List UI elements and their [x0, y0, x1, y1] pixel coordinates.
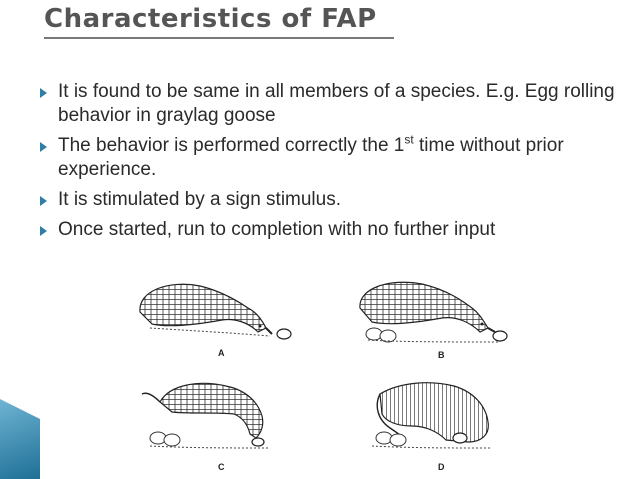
bullet-superscript: st [404, 132, 414, 147]
bullet-arrow-icon [40, 142, 47, 152]
goose-egg-rolling-figure: A B C D [139, 281, 508, 472]
corner-accent [0, 399, 40, 479]
panel-b: B [359, 281, 508, 360]
bullet-item: It is found to be same in all members of… [40, 80, 630, 128]
goose-b-body [359, 281, 489, 333]
bullet-item: It is stimulated by a sign stimulus. [40, 188, 630, 212]
bullet-arrow-icon [40, 226, 47, 236]
egg-c [251, 437, 265, 447]
title-underline [44, 37, 394, 39]
panel-c: C [141, 382, 271, 472]
panel-label: B [438, 350, 445, 360]
bullet-arrow-icon [40, 196, 47, 206]
egg-d [452, 432, 468, 444]
bullet-item: Once started, run to completion with no … [40, 218, 630, 242]
goose-a-body [139, 283, 267, 333]
bullet-list: It is found to be same in all members of… [40, 80, 630, 248]
panel-a: A [139, 283, 292, 358]
panel-label: A [218, 348, 225, 358]
bullet-arrow-icon [40, 88, 47, 98]
panel-label: D [438, 462, 445, 472]
egg-a [276, 328, 292, 340]
bullet-item: The behavior is performed correctly the … [40, 134, 630, 182]
bullet-text: Once started, run to completion with no … [58, 219, 496, 240]
slide-title: Characteristics of FAP [44, 4, 377, 34]
goose-c-body [159, 382, 264, 439]
bullet-text: The behavior is performed correctly the … [58, 135, 405, 156]
panel-label: C [218, 462, 225, 472]
egg-b [492, 330, 508, 342]
bullet-text: It is found to be same in all members of… [58, 81, 615, 126]
bullet-text: It is stimulated by a sign stimulus. [58, 189, 341, 210]
panel-d: D [371, 382, 491, 472]
